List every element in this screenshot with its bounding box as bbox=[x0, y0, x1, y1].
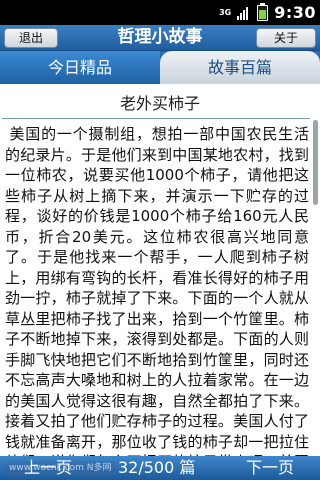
network-type-label: 3G bbox=[219, 7, 232, 17]
status-bar: 3G 9:30 bbox=[0, 0, 320, 25]
status-icons: 3G 9:30 bbox=[219, 0, 316, 25]
story-content[interactable]: 美国的一个摄制组，想拍一部中国农民生活的纪录片。于是他们来到中国某地农村，找到一… bbox=[5, 124, 309, 456]
story-title: 老外买柿子 bbox=[119, 94, 200, 113]
prev-page-button[interactable]: 上一页 bbox=[24, 456, 72, 480]
network-3g-icon: 3G bbox=[219, 7, 232, 17]
tab-story-list[interactable]: 故事百篇 bbox=[160, 51, 320, 84]
content-scrollbar[interactable] bbox=[313, 120, 318, 205]
tab-bar: 今日精品 故事百篇 bbox=[0, 51, 320, 84]
status-time: 9:30 bbox=[274, 3, 316, 22]
battery-icon bbox=[257, 2, 269, 21]
story-body: 美国的一个摄制组，想拍一部中国农民生活的纪录片。于是他们来到中国某地农村，找到一… bbox=[5, 125, 309, 456]
back-button[interactable]: 退出 bbox=[4, 28, 58, 48]
bottom-nav-bar: www.wocnk.com N多网 上一页 32/500 篇 下一页 bbox=[0, 456, 320, 480]
signal-strength-icon bbox=[237, 6, 251, 20]
title-divider bbox=[2, 118, 310, 119]
next-page-button[interactable]: 下一页 bbox=[246, 456, 294, 480]
title-bar: 哲理小故事 退出 关于 bbox=[0, 25, 320, 51]
tab-today-picks[interactable]: 今日精品 bbox=[0, 51, 160, 84]
page-indicator: 32/500 篇 bbox=[118, 458, 196, 477]
about-button[interactable]: 关于 bbox=[256, 28, 316, 48]
